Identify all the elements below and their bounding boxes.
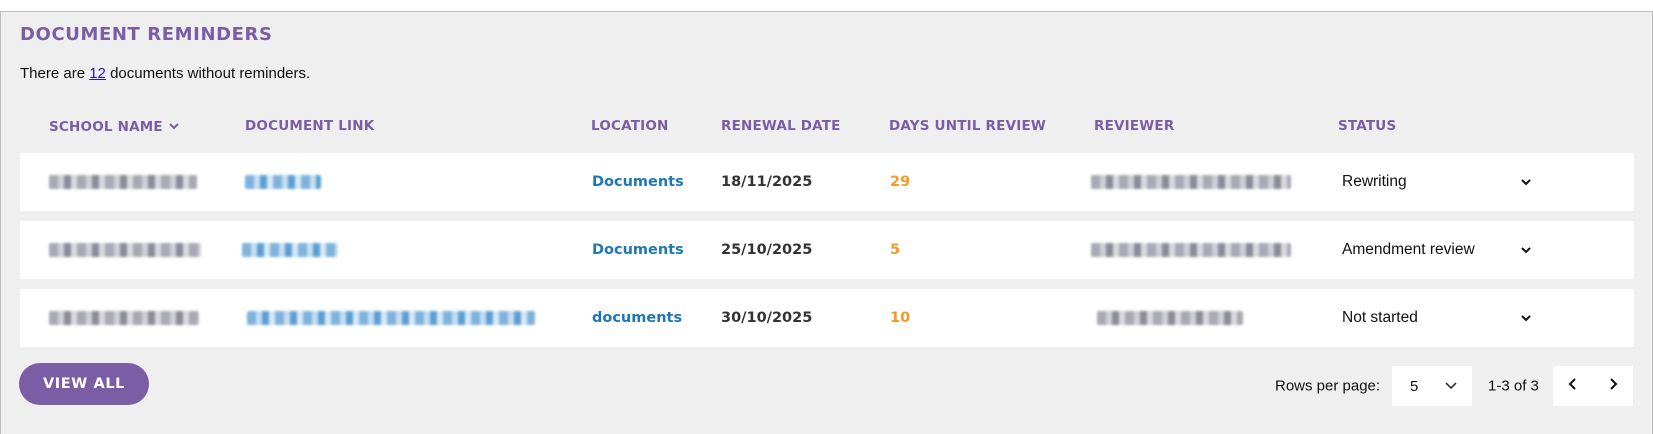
days-until-review: 5	[890, 242, 901, 258]
view-all-button[interactable]: VIEW ALL	[19, 363, 149, 405]
column-header-reviewer: REVIEWER	[1094, 118, 1175, 134]
chevron-right-icon	[1607, 377, 1619, 396]
pagination-range: 1-3 of 3	[1488, 377, 1539, 395]
chevron-down-icon	[169, 118, 179, 134]
renewal-date: 25/10/2025	[721, 242, 813, 258]
table-row: Documents 18/11/2025 29 Rewriting	[20, 153, 1634, 211]
school-name-redacted	[49, 153, 197, 211]
location-link[interactable]: Documents	[592, 153, 684, 211]
days-until-review: 29	[890, 174, 911, 190]
renewal-date: 30/10/2025	[721, 310, 813, 326]
status-dropdown[interactable]: Not started	[1342, 289, 1532, 347]
rows-per-page-value: 5	[1410, 377, 1419, 395]
documents-count-link[interactable]: 12	[89, 65, 106, 82]
status-value: Rewriting	[1342, 173, 1407, 190]
reviewer-redacted	[1091, 153, 1291, 211]
document-link-redacted[interactable]	[247, 289, 535, 347]
document-link-redacted[interactable]	[242, 221, 338, 279]
column-header-school-name[interactable]: SCHOOL NAME	[49, 118, 179, 135]
summary-prefix: There are	[20, 65, 86, 82]
chevron-left-icon	[1567, 377, 1579, 396]
rows-per-page-select[interactable]: 5	[1392, 366, 1472, 406]
summary-suffix: documents without reminders.	[110, 65, 311, 82]
status-dropdown[interactable]: Rewriting	[1342, 153, 1532, 211]
rows-per-page-label: Rows per page:	[1275, 377, 1381, 395]
column-header-label: SCHOOL NAME	[49, 119, 163, 135]
reviewer-redacted	[1097, 289, 1243, 347]
column-header-days-until-review: DAYS UNTIL REVIEW	[889, 118, 1046, 134]
location-link[interactable]: documents	[592, 289, 682, 347]
days-until-review: 10	[890, 310, 911, 326]
section-title: DOCUMENT REMINDERS	[20, 24, 273, 45]
chevron-down-icon	[1444, 378, 1458, 396]
table-row: documents 30/10/2025 10 Not started	[20, 289, 1634, 347]
chevron-down-icon	[1520, 173, 1532, 191]
column-header-location: LOCATION	[591, 118, 669, 134]
column-header-renewal-date: RENEWAL DATE	[721, 118, 841, 134]
school-name-redacted	[49, 289, 199, 347]
location-link[interactable]: Documents	[592, 221, 684, 279]
school-name-redacted	[49, 221, 201, 279]
next-page-button[interactable]	[1593, 366, 1633, 406]
renewal-date: 18/11/2025	[721, 174, 813, 190]
previous-page-button[interactable]	[1553, 366, 1593, 406]
table-row: Documents 25/10/2025 5 Amendment review	[20, 221, 1634, 279]
chevron-down-icon	[1520, 241, 1532, 259]
reviewer-redacted	[1091, 221, 1291, 279]
document-link-redacted[interactable]	[245, 153, 321, 211]
reminder-summary: There are 12 documents without reminders…	[20, 65, 310, 82]
status-value: Not started	[1342, 309, 1418, 326]
status-dropdown[interactable]: Amendment review	[1342, 221, 1532, 279]
status-value: Amendment review	[1342, 241, 1475, 258]
column-header-status: STATUS	[1338, 118, 1397, 134]
chevron-down-icon	[1520, 309, 1532, 327]
column-header-document-link: DOCUMENT LINK	[245, 118, 375, 134]
